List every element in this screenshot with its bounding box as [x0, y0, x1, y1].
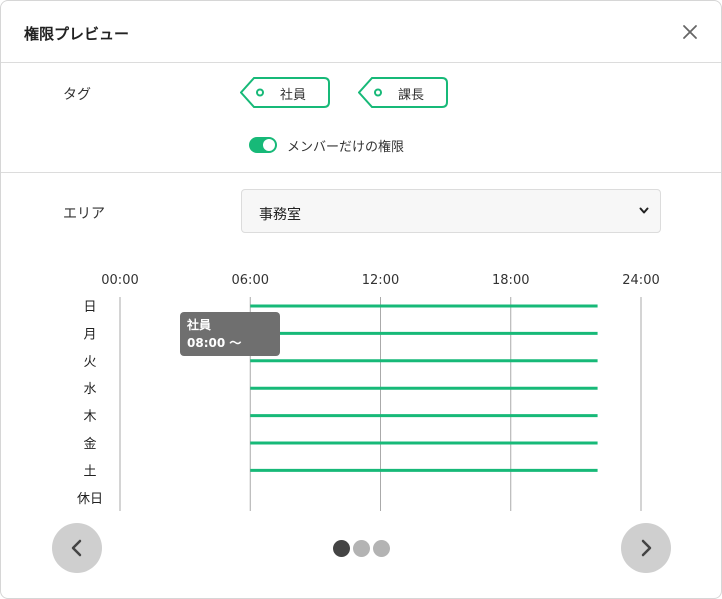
day-label: 日 — [83, 300, 96, 315]
tag-chip-label: 課長 — [398, 88, 425, 103]
day-label: 土 — [83, 464, 96, 479]
tag-label: タグ — [63, 87, 91, 103]
page-dot[interactable] — [333, 540, 350, 557]
member-only-label: メンバーだけの権限 — [287, 140, 405, 155]
day-label: 月 — [83, 327, 96, 342]
day-label: 火 — [83, 355, 96, 370]
area-select[interactable]: 事務室 — [241, 189, 661, 233]
tooltip-title: 社員 — [187, 318, 212, 332]
modal-header: 権限プレビュー — [1, 1, 721, 63]
tag-chip-kacho[interactable]: 課長 — [358, 77, 448, 108]
tag-chip-label: 社員 — [280, 88, 307, 103]
member-only-toggle[interactable] — [249, 137, 277, 153]
chevron-down-icon — [639, 207, 649, 214]
x-tick-label: 18:00 — [492, 273, 529, 288]
day-label: 水 — [83, 382, 96, 397]
toggle-knob — [263, 139, 275, 151]
schedule-chart: 00:00 06:00 12:00 18:00 24:00 日月火水木金土休日 — [77, 273, 660, 511]
page-dot[interactable] — [373, 540, 390, 557]
day-label: 休日 — [77, 492, 103, 507]
area-label: エリア — [63, 206, 105, 222]
section-divider — [1, 172, 721, 173]
day-label: 木 — [83, 410, 96, 425]
chevron-left-icon — [71, 539, 82, 557]
tag-chip-shain[interactable]: 社員 — [240, 77, 330, 108]
chevron-right-icon — [641, 539, 652, 557]
day-label: 金 — [83, 436, 96, 452]
close-icon[interactable] — [678, 20, 702, 44]
area-select-value: 事務室 — [259, 207, 301, 223]
next-button[interactable] — [621, 523, 671, 573]
x-tick-label: 06:00 — [232, 273, 269, 288]
x-tick-label: 12:00 — [362, 273, 399, 288]
tooltip-time: 08:00 ～ 18:00 — [187, 336, 242, 368]
x-tick-label: 24:00 — [622, 273, 659, 288]
page-dot[interactable] — [353, 540, 370, 557]
prev-button[interactable] — [52, 523, 102, 573]
x-tick-label: 00:00 — [101, 273, 138, 288]
schedule-tooltip: 社員 08:00 ～ 18:00 — [180, 312, 280, 368]
permission-preview-modal: 権限プレビュー タグ 社員 課長 メンバーだけの権限 エリア 事務室 00:00… — [0, 0, 722, 599]
modal-title: 権限プレビュー — [24, 25, 130, 43]
